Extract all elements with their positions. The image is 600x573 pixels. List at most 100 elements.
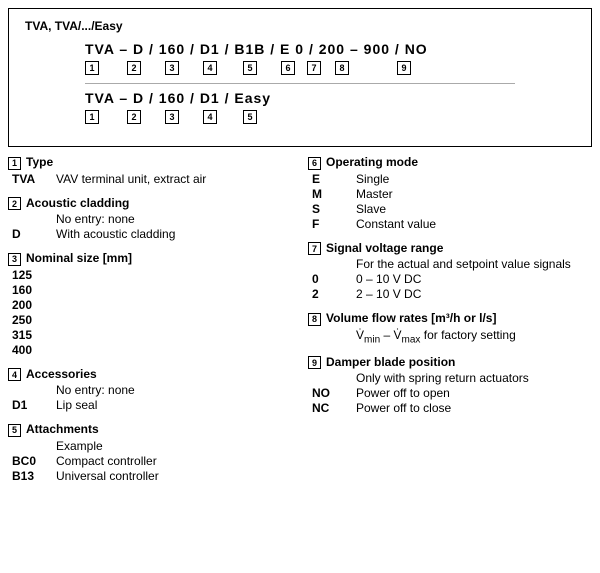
entry-row: ESingle (308, 172, 592, 186)
group-1: 1Type TVAVAV terminal unit, extract air (8, 155, 292, 186)
entry-val: For the actual and setpoint value signal… (356, 257, 571, 271)
code-section: TVA, TVA/.../Easy TVA – D / 160 / D1 / B… (8, 8, 592, 147)
entry-row: V̇min – V̇max for factory setting (308, 328, 592, 345)
entry-val: 0 – 10 V DC (356, 272, 421, 286)
entry-row: DWith acoustic cladding (8, 227, 292, 241)
number-box-2: 2 (127, 110, 143, 124)
entry-key: 160 (12, 283, 56, 297)
entry-row: No entry: none (8, 383, 292, 397)
entry-row: 22 – 10 V DC (308, 287, 592, 301)
number-box-8: 8 (335, 61, 351, 75)
group-8: 8Volume flow rates [m³/h or l/s] V̇min – … (308, 311, 592, 345)
group-heading-4: 4Accessories (8, 367, 292, 382)
group-4: 4AccessoriesNo entry: noneD1Lip seal (8, 367, 292, 413)
entry-key: BC0 (12, 454, 56, 468)
heading-text: Accessories (26, 367, 97, 381)
entry-val: Compact controller (56, 454, 157, 468)
group-2: 2 Acoustic cladding No entry: noneDWith ac… (8, 196, 292, 242)
entry-val: Single (356, 172, 389, 186)
entry-row: NCPower off to close (308, 401, 592, 415)
group-heading-1: 1Type (8, 155, 292, 170)
entry-val: No entry: none (56, 383, 135, 397)
group-heading-8: 8Volume flow rates [m³/h or l/s] (308, 311, 592, 326)
entry-val: VAV terminal unit, extract air (56, 172, 206, 186)
heading-text: Signal voltage range (326, 241, 443, 255)
entry-key: NC (312, 401, 356, 415)
entry-key: 200 (12, 298, 56, 312)
group-heading-6: 6Operating mode (308, 155, 592, 170)
group-heading-9: 9 Damper blade position (308, 355, 592, 370)
circle-7: 7 (308, 242, 321, 255)
heading-text: Attachments (26, 422, 99, 436)
entry-row: Only with spring return actuators (308, 371, 592, 385)
entry-row: For the actual and setpoint value signal… (308, 257, 592, 271)
group-heading-2: 2 Acoustic cladding (8, 196, 292, 211)
number-box-5: 5 (243, 61, 259, 75)
entry-key: D (12, 227, 56, 241)
entry-row: TVAVAV terminal unit, extract air (8, 172, 292, 186)
entry-val: Universal controller (56, 469, 159, 483)
heading-text: Acoustic cladding (26, 196, 129, 210)
entry-val: Constant value (356, 217, 436, 231)
circle-9: 9 (308, 356, 321, 369)
entry-val: 2 – 10 V DC (356, 287, 421, 301)
entry-row: 160 (8, 283, 292, 297)
entry-row: 00 – 10 V DC (308, 272, 592, 286)
entry-row: FConstant value (308, 217, 592, 231)
group-5: 5 Attachments ExampleBC0Compact controller… (8, 422, 292, 483)
entry-key: M (312, 187, 356, 201)
circle-2: 2 (8, 197, 21, 210)
number-box-5: 5 (243, 110, 259, 124)
group-7: 7 Signal voltage range For the actual and … (308, 241, 592, 302)
heading-text: Type (26, 155, 53, 169)
entry-val: Power off to open (356, 386, 450, 400)
circle-6: 6 (308, 157, 321, 170)
divider (85, 83, 515, 84)
entry-row: No entry: none (8, 212, 292, 226)
entry-key: NO (312, 386, 356, 400)
circle-8: 8 (308, 313, 321, 326)
code-line-2: TVA – D / 160 / D1 / Easy (85, 90, 575, 106)
description-section: 1TypeTVAVAV terminal unit, extract air2A… (8, 155, 592, 493)
entry-key: S (312, 202, 356, 216)
group-heading-3: 3 Nominal size [mm] (8, 251, 292, 266)
entry-val: Power off to close (356, 401, 451, 415)
entry-row: SSlave (308, 202, 592, 216)
number-box-6: 6 (281, 61, 297, 75)
number-box-3: 3 (165, 110, 181, 124)
entry-row: 400 (8, 343, 292, 357)
heading-text: Nominal size [mm] (26, 251, 132, 265)
group-heading-5: 5 Attachments (8, 422, 292, 437)
circle-5: 5 (8, 424, 21, 437)
number-box-2: 2 (127, 61, 143, 75)
entry-key: 400 (12, 343, 56, 357)
right-column: 6Operating mode ESingleMMasterSSlaveFCons… (304, 155, 592, 493)
number-box-3: 3 (165, 61, 181, 75)
entry-row: B13Universal controller (8, 469, 292, 483)
code1-boxes-row: 123456789 (85, 61, 575, 75)
entry-row: Example (8, 439, 292, 453)
heading-text: Damper blade position (326, 355, 455, 369)
entry-row: BC0Compact controller (8, 454, 292, 468)
entry-key: D1 (12, 398, 56, 412)
entry-row: NOPower off to open (308, 386, 592, 400)
code2-boxes-row: 12345 (85, 110, 575, 124)
entry-val: Only with spring return actuators (356, 371, 529, 385)
group-3: 3 Nominal size [mm] 125160200250315400 (8, 251, 292, 357)
entry-val: Example (56, 439, 103, 453)
number-box-4: 4 (203, 110, 219, 124)
entry-row: 250 (8, 313, 292, 327)
entry-key: 125 (12, 268, 56, 282)
entry-row: 125 (8, 268, 292, 282)
entry-val: Master (356, 187, 393, 201)
group-9: 9 Damper blade position Only with spring r… (308, 355, 592, 416)
entry-key: 315 (12, 328, 56, 342)
entry-key: 2 (312, 287, 356, 301)
circle-3: 3 (8, 253, 21, 266)
entry-row: D1Lip seal (8, 398, 292, 412)
left-column: 1TypeTVAVAV terminal unit, extract air2A… (8, 155, 296, 493)
entry-key: TVA (12, 172, 56, 186)
entry-row: MMaster (308, 187, 592, 201)
number-box-9: 9 (397, 61, 413, 75)
group-heading-7: 7 Signal voltage range (308, 241, 592, 256)
